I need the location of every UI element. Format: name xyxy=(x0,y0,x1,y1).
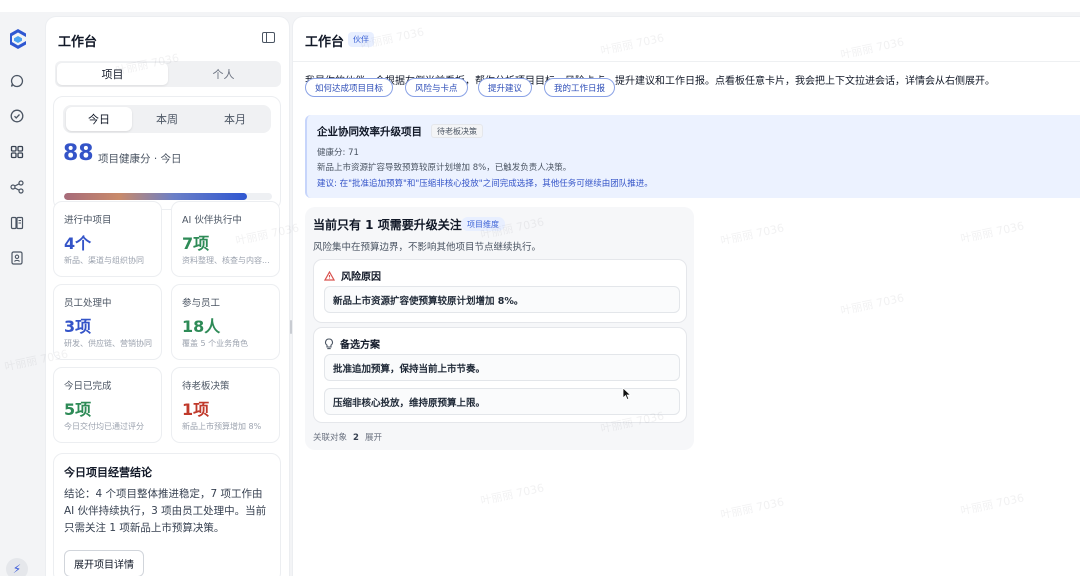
options-box: 备选方案 批准追加预算，保持当前上市节奏。 压缩非核心投放，维持原预算上限。 xyxy=(313,327,687,423)
chip-suggestion[interactable]: 提升建议 xyxy=(478,78,533,97)
stat-title: 今日已完成 xyxy=(64,381,112,392)
risk-card-subtitle: 风险集中在预算边界，不影响其他项目节点继续执行。 xyxy=(313,242,542,253)
warning-icon xyxy=(324,270,335,281)
stat-card-staff-processing[interactable]: 员工处理中 3项 研发、供应链、营销协同 xyxy=(53,284,162,360)
related-objects-count: 2 xyxy=(353,433,359,443)
sidebar-toggle-icon[interactable] xyxy=(262,32,275,43)
stat-desc: 新品、渠道与组织协同 xyxy=(64,256,144,265)
mouse-cursor-icon xyxy=(622,387,632,401)
risk-reason-header: 风险原因 xyxy=(324,268,381,283)
health-card: 今日 本周 本月 88 项目健康分 · 今日 xyxy=(53,96,281,210)
risk-reason-text: 新品上市资源扩容使预算较原计划增加 8%。 xyxy=(324,286,680,313)
project-health: 健康分: 71 xyxy=(317,148,359,158)
summary-body: 结论：4 个项目整体推进稳定，7 项工作由 AI 伙伴持续执行，3 项由员工处理… xyxy=(64,488,267,534)
header-divider xyxy=(293,61,1080,62)
stat-value: 7项 xyxy=(182,234,210,253)
stat-card-pending-decision[interactable]: 待老板决策 1项 新品上市预算增加 8% xyxy=(171,367,280,443)
tab-project[interactable]: 项目 xyxy=(57,63,168,85)
chip-risk[interactable]: 风险与卡点 xyxy=(405,78,468,97)
project-advice: 建议: 在"批准追加预算"和"压缩非核心投放"之间完成选择，其他任务可继续由团队… xyxy=(317,179,653,189)
health-progress-bar xyxy=(64,193,272,200)
left-panel-title: 工作台 xyxy=(58,35,98,50)
expand-link[interactable]: 展开 xyxy=(365,433,382,443)
stat-title: 员工处理中 xyxy=(64,298,112,309)
resize-handle[interactable] xyxy=(290,320,292,334)
lightbulb-icon xyxy=(325,337,333,349)
risk-card-footer: 关联对象 2 展开 xyxy=(313,431,382,443)
project-detail: 新品上市资源扩容导致预算较原计划增加 8%，已触发负责人决策。 xyxy=(317,163,572,173)
share-nodes-icon[interactable] xyxy=(9,179,25,195)
stat-value: 3项 xyxy=(64,317,92,336)
option-approve-budget[interactable]: 批准追加预算，保持当前上市节奏。 xyxy=(324,354,680,381)
stat-value: 5项 xyxy=(64,400,92,419)
health-score: 88 xyxy=(63,141,94,166)
expand-details-button[interactable]: 展开项目详情 xyxy=(64,550,144,576)
summary-card: 今日项目经营结论 结论：4 个项目整体推进稳定，7 项工作由 AI 伙伴持续执行… xyxy=(53,453,281,576)
risk-card-title: 当前只有 1 项需要升级关注 xyxy=(313,218,462,232)
icon-rail: ⚡ xyxy=(0,12,34,576)
bolt-icon[interactable]: ⚡ xyxy=(6,558,28,576)
period-tabs: 今日 本周 本月 xyxy=(63,105,271,133)
stat-value: 18人 xyxy=(182,317,221,336)
chip-daily-report[interactable]: 我的工作日报 xyxy=(544,78,616,97)
risk-card: 当前只有 1 项需要升级关注 项目维度 风险集中在预算边界，不影响其他项目节点继… xyxy=(305,207,694,450)
stat-value: 1项 xyxy=(182,400,210,419)
options-title: 备选方案 xyxy=(340,340,380,351)
summary-title: 今日项目经营结论 xyxy=(64,466,152,479)
stat-title: AI 伙伴执行中 xyxy=(182,215,242,226)
stat-card-completed[interactable]: 今日已完成 5项 今日交付均已通过评分 xyxy=(53,367,162,443)
project-context-card[interactable]: 企业协同效率升级项目 待老板决策 健康分: 71 新品上市资源扩容导致预算较原计… xyxy=(305,115,1080,198)
stat-desc: 新品上市预算增加 8% xyxy=(182,422,262,431)
top-strip xyxy=(0,0,1080,12)
contacts-icon[interactable] xyxy=(9,250,25,266)
book-icon[interactable] xyxy=(9,215,25,231)
left-panel: 工作台 项目 个人 今日 本周 本月 88 项目健康分 · 今日 进行中项目 4… xyxy=(46,17,289,576)
stat-desc: 研发、供应链、营销协同 xyxy=(64,339,152,348)
partner-badge: 伙伴 xyxy=(348,32,374,47)
health-score-label: 项目健康分 · 今日 xyxy=(98,153,182,165)
project-status-badge: 待老板决策 xyxy=(431,124,483,138)
related-objects-label: 关联对象 xyxy=(313,433,348,443)
stat-desc: 覆盖 5 个业务角色 xyxy=(182,339,249,348)
tab-this-week[interactable]: 本周 xyxy=(134,107,200,131)
options-header: 备选方案 xyxy=(324,336,380,351)
stat-title: 待老板决策 xyxy=(182,381,230,392)
tab-today[interactable]: 今日 xyxy=(66,107,132,131)
tab-this-month[interactable]: 本月 xyxy=(202,107,268,131)
chat-icon[interactable] xyxy=(9,73,25,89)
risk-card-badge: 项目维度 xyxy=(461,217,505,231)
stat-value: 4个 xyxy=(64,234,92,253)
stat-card-projects[interactable]: 进行中项目 4个 新品、渠道与组织协同 xyxy=(53,201,162,277)
project-title: 企业协同效率升级项目 xyxy=(317,126,422,138)
grid-icon[interactable] xyxy=(9,144,25,160)
stat-desc: 今日交付均已通过评分 xyxy=(64,422,144,431)
chip-project-goal[interactable]: 如何达成项目目标 xyxy=(305,78,394,97)
stat-title: 参与员工 xyxy=(182,298,221,309)
scope-tabs: 项目 个人 xyxy=(55,61,281,87)
risk-reason-title: 风险原因 xyxy=(341,272,381,283)
stat-desc: 资料整理、核查与内容... xyxy=(182,256,270,265)
stat-title: 进行中项目 xyxy=(64,215,112,226)
main-panel-title: 工作台 xyxy=(305,35,345,50)
app-logo[interactable] xyxy=(8,28,28,50)
risk-reason-box: 风险原因 新品上市资源扩容使预算较原计划增加 8%。 xyxy=(313,259,687,323)
health-progress-fill xyxy=(64,193,248,200)
stat-card-participants[interactable]: 参与员工 18人 覆盖 5 个业务角色 xyxy=(171,284,280,360)
stat-card-ai-partner[interactable]: AI 伙伴执行中 7项 资料整理、核查与内容... xyxy=(171,201,280,277)
tab-personal[interactable]: 个人 xyxy=(168,63,279,85)
check-circle-icon[interactable] xyxy=(9,108,25,124)
